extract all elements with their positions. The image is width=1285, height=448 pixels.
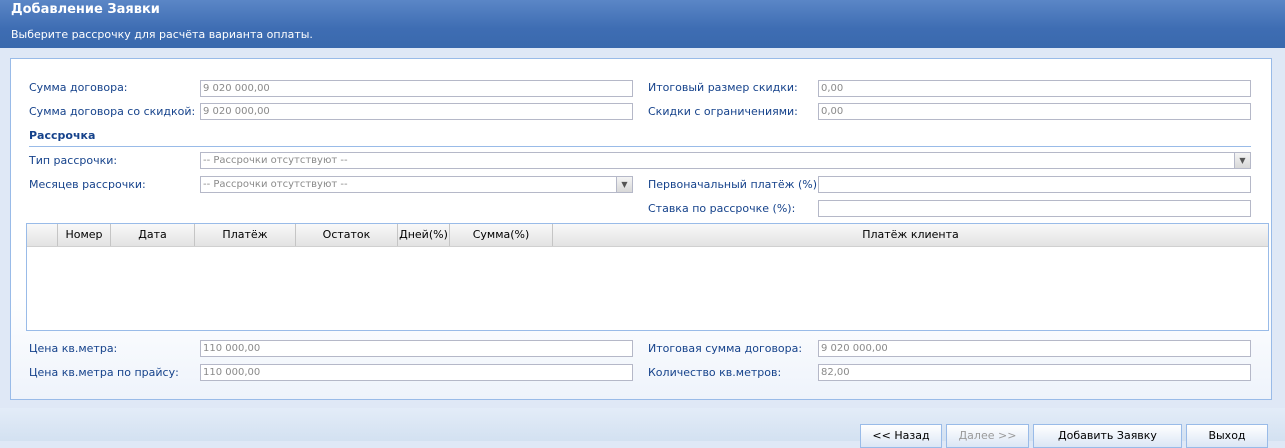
window-subtitle: Выберите рассрочку для расчёта варианта … <box>11 28 313 41</box>
grid-header: Номер Дата Платёж Остаток Дней(%) Сумма(… <box>27 224 1268 247</box>
price-sqm-list-field[interactable]: 110 000,00 <box>200 364 633 381</box>
grid-col-days[interactable]: Дней(%) <box>397 224 449 246</box>
contract-sum-label: Сумма договора: <box>29 81 128 94</box>
chevron-down-icon[interactable]: ▼ <box>616 177 632 192</box>
limited-discounts-label: Скидки с ограничениями: <box>648 105 798 118</box>
total-contract-sum-label: Итоговая сумма договора: <box>648 342 803 355</box>
grid-col-number[interactable]: Номер <box>57 224 110 246</box>
installment-rate-field[interactable] <box>818 200 1251 217</box>
back-button[interactable]: << Назад <box>860 424 942 448</box>
section-divider <box>29 146 1251 147</box>
grid-col-balance[interactable]: Остаток <box>295 224 397 246</box>
next-button[interactable]: Далее >> <box>946 424 1029 448</box>
total-discount-field[interactable]: 0,00 <box>818 80 1251 97</box>
total-contract-sum-field[interactable]: 9 020 000,00 <box>818 340 1251 357</box>
grid-col-checker[interactable] <box>27 224 57 246</box>
exit-button[interactable]: Выход <box>1186 424 1268 448</box>
installment-type-value: -- Рассрочки отсутствуют -- <box>203 155 348 166</box>
button-bar: << Назад Далее >> Добавить Заявку Выход <box>0 408 1285 448</box>
chevron-down-icon[interactable]: ▼ <box>1234 153 1250 168</box>
grid-col-client-payment[interactable]: Платёж клиента <box>552 224 1268 246</box>
price-sqm-field[interactable]: 110 000,00 <box>200 340 633 357</box>
grid-col-payment[interactable]: Платёж <box>194 224 295 246</box>
form-panel: Сумма договора: 9 020 000,00 Итоговый ра… <box>10 58 1272 400</box>
installment-section-title: Рассрочка <box>29 129 96 142</box>
price-sqm-list-label: Цена кв.метра по прайсу: <box>29 366 179 379</box>
installment-type-label: Тип рассрочки: <box>29 154 118 167</box>
sqm-count-field[interactable]: 82,00 <box>818 364 1251 381</box>
contract-sum-field[interactable]: 9 020 000,00 <box>200 80 633 97</box>
installment-type-select[interactable]: -- Рассрочки отсутствуют -- ▼ <box>200 152 1251 169</box>
payment-schedule-grid: Номер Дата Платёж Остаток Дней(%) Сумма(… <box>26 223 1269 331</box>
sqm-count-label: Количество кв.метров: <box>648 366 782 379</box>
window-header: Добавление Заявки Выберите рассрочку для… <box>0 0 1285 48</box>
limited-discounts-field[interactable]: 0,00 <box>818 103 1251 120</box>
add-request-button[interactable]: Добавить Заявку <box>1033 424 1182 448</box>
installment-months-label: Месяцев рассрочки: <box>29 178 146 191</box>
installment-months-value: -- Рассрочки отсутствуют -- <box>203 179 348 190</box>
contract-sum-discount-label: Сумма договора со скидкой: <box>29 105 196 118</box>
price-sqm-label: Цена кв.метра: <box>29 342 118 355</box>
contract-sum-discount-field[interactable]: 9 020 000,00 <box>200 103 633 120</box>
initial-payment-field[interactable] <box>818 176 1251 193</box>
installment-months-select[interactable]: -- Рассрочки отсутствуют -- ▼ <box>200 176 633 193</box>
grid-col-sum[interactable]: Сумма(%) <box>449 224 552 246</box>
initial-payment-label: Первоначальный платёж (%): <box>648 178 821 191</box>
window-title: Добавление Заявки <box>11 2 160 17</box>
total-discount-label: Итоговый размер скидки: <box>648 81 798 94</box>
grid-col-date[interactable]: Дата <box>110 224 194 246</box>
installment-rate-label: Ставка по рассрочке (%): <box>648 202 796 215</box>
